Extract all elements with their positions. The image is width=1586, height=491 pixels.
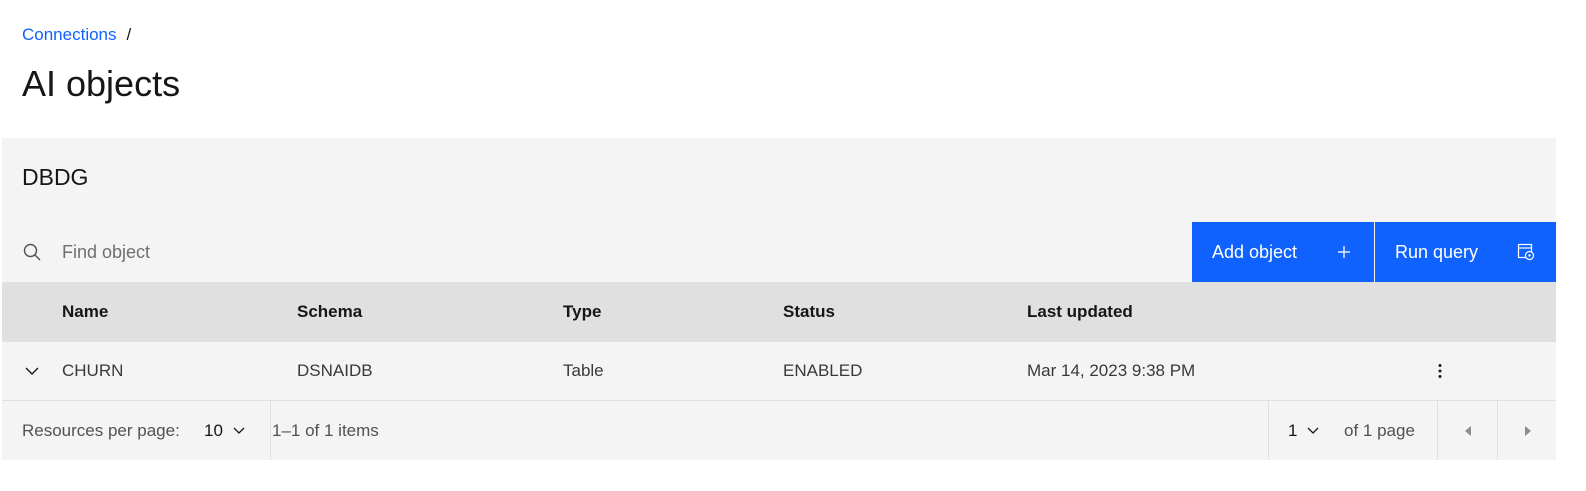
caret-left-icon	[1464, 425, 1471, 436]
chevron-down-icon	[1308, 427, 1319, 434]
overflow-menu-icon[interactable]	[1428, 342, 1452, 400]
page-total-text: of 1 page	[1344, 420, 1415, 440]
run-query-icon	[1516, 242, 1536, 262]
table-header: Name Schema Type Status Last updated	[2, 282, 1556, 342]
search-icon	[2, 222, 62, 282]
cell-last-updated: Mar 14, 2023 9:38 PM	[1027, 361, 1196, 380]
previous-page-button[interactable]	[1438, 401, 1497, 460]
page-title: AI objects	[22, 63, 181, 104]
search-input[interactable]	[62, 222, 1162, 282]
breadcrumb-link-connections[interactable]: Connections	[22, 25, 117, 45]
column-header-status[interactable]: Status	[783, 282, 835, 342]
per-page-label: Resources per page:	[22, 420, 180, 440]
page-value: 1	[1288, 420, 1298, 440]
divider	[1268, 401, 1269, 460]
chevron-down-icon[interactable]	[20, 342, 44, 400]
run-query-button[interactable]: Run query	[1375, 222, 1556, 282]
divider	[270, 401, 271, 460]
per-page-value: 10	[204, 420, 223, 440]
add-object-label: Add object	[1212, 241, 1298, 262]
run-query-label: Run query	[1395, 241, 1479, 262]
add-object-button[interactable]: Add object	[1192, 222, 1374, 282]
breadcrumb-separator: /	[126, 25, 132, 44]
column-header-name[interactable]: Name	[62, 282, 108, 342]
column-header-last-updated[interactable]: Last updated	[1027, 282, 1133, 342]
page-select[interactable]: 1	[1288, 401, 1319, 460]
table-toolbar: Add object Run query	[2, 222, 1556, 282]
breadcrumb: Connections /	[22, 25, 131, 45]
range-text: 1–1 of 1 items	[272, 420, 379, 440]
cell-status: ENABLED	[783, 361, 863, 380]
cell-type: Table	[563, 361, 604, 380]
cell-schema: DSNAIDB	[297, 361, 373, 380]
chevron-down-icon	[233, 427, 245, 434]
cell-name: CHURN	[62, 361, 124, 380]
next-page-button[interactable]	[1498, 401, 1557, 460]
plus-icon	[1334, 242, 1354, 262]
pagination: Resources per page: 10 1–1 of 1 items 1 …	[2, 401, 1556, 460]
caret-right-icon	[1524, 425, 1531, 436]
per-page-select[interactable]: 10	[204, 401, 245, 460]
search-bar	[2, 222, 1192, 282]
objects-panel: DBDG Add object Run query	[2, 138, 1556, 460]
column-header-schema[interactable]: Schema	[297, 282, 362, 342]
panel-title: DBDG	[22, 164, 89, 190]
column-header-type[interactable]: Type	[563, 282, 601, 342]
table-row: CHURN DSNAIDB Table ENABLED Mar 14, 2023…	[2, 342, 1556, 401]
